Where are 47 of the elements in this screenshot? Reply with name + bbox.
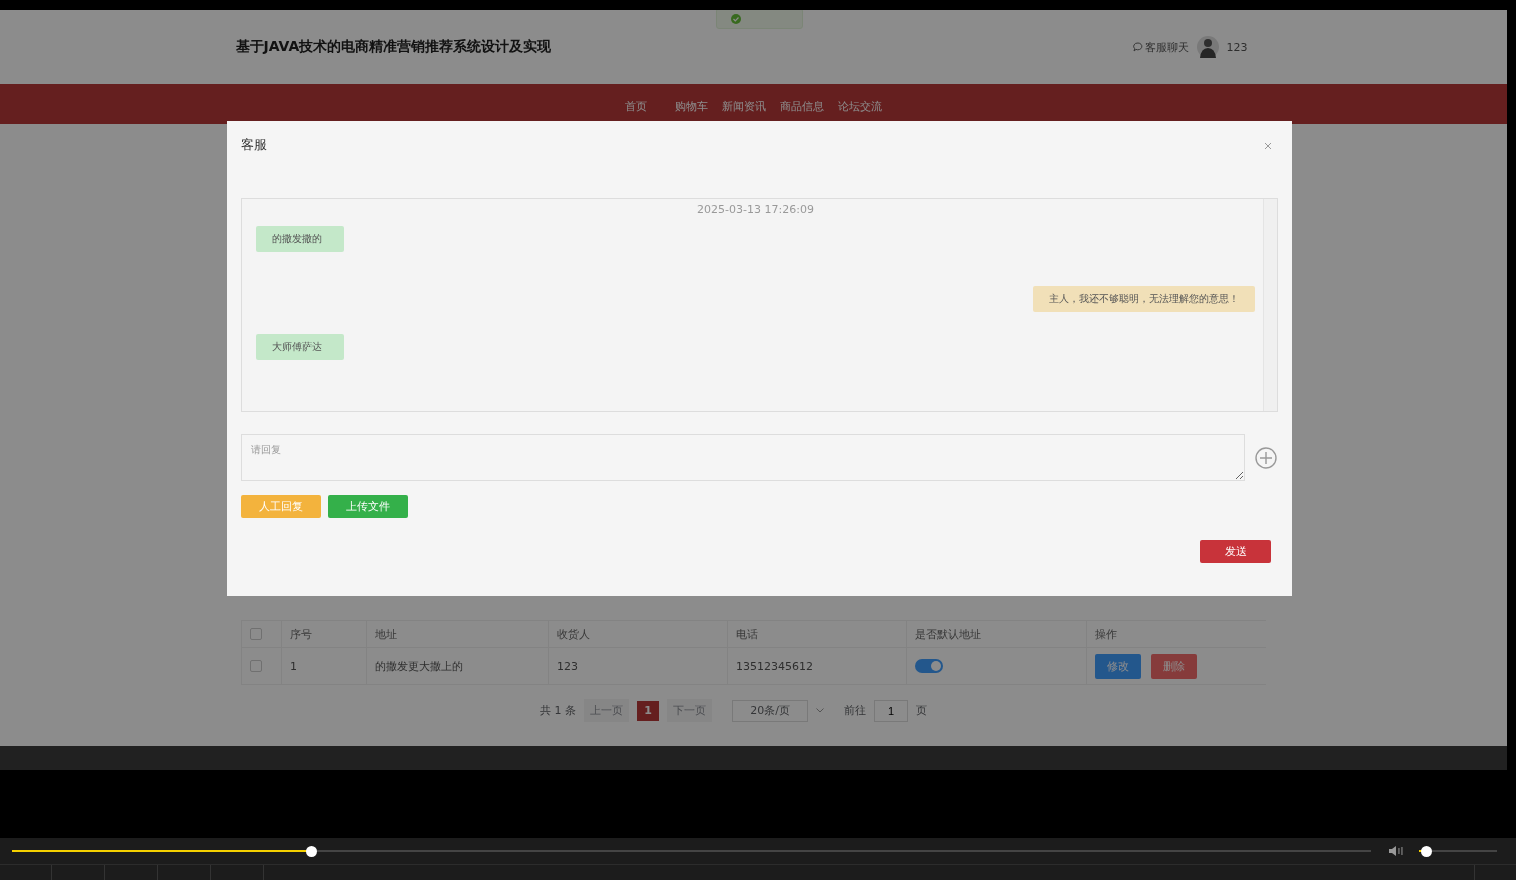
nav-link[interactable]: 论坛交流 <box>838 99 882 114</box>
dialog-title: 客服 <box>241 136 267 154</box>
progress-thumb[interactable] <box>305 845 317 857</box>
nav-link[interactable]: 新闻资讯 <box>722 99 766 114</box>
reply-field[interactable]: 请回复 <box>241 434 1245 481</box>
chat-link[interactable]: 客服聊天 <box>1132 39 1189 55</box>
nav-link[interactable]: 商品信息 <box>780 99 824 114</box>
volume-thumb[interactable] <box>1421 845 1433 857</box>
close-icon <box>1264 142 1272 150</box>
column-header: 操作 <box>1095 626 1117 642</box>
scrollbar[interactable] <box>1263 199 1277 411</box>
message-bubble: 主人，我还不够聪明，无法理解您的意思！ <box>1033 286 1255 312</box>
column-header: 收货人 <box>557 626 590 642</box>
nav-link[interactable]: 购物车 <box>675 99 708 114</box>
site-title: 基于JAVA技术的电商精准营销推荐系统设计及实现 <box>235 38 552 56</box>
page-input[interactable]: 1 <box>874 699 908 722</box>
upload-button[interactable]: 上传文件 <box>328 495 408 518</box>
chat-icon <box>1132 42 1143 52</box>
message-bubble: 大师傅萨达 <box>256 334 344 360</box>
column-header: 电话 <box>736 626 758 642</box>
page-size-select[interactable]: 20条/页 <box>732 699 808 722</box>
table-cell: 13512345612 <box>736 659 813 673</box>
message-timestamp: 2025-03-13 17:26:09 <box>696 203 815 216</box>
column-header: 是否默认地址 <box>915 626 981 642</box>
table-cell: 123 <box>557 659 578 673</box>
table-cell: 1 <box>290 659 297 673</box>
edit-button[interactable]: 修改 <box>1095 653 1141 679</box>
row-checkbox[interactable] <box>250 660 262 672</box>
add-icon[interactable] <box>1255 446 1277 469</box>
page-unit: 页 <box>916 703 927 718</box>
default-switch[interactable] <box>915 659 943 673</box>
nav-link[interactable]: 首页 <box>625 99 647 114</box>
user-name[interactable]: 123 <box>1226 40 1248 54</box>
user-avatar <box>1196 36 1219 58</box>
total-count: 共 1 条 <box>540 703 576 718</box>
column-header: 序号 <box>290 626 312 642</box>
message-bubble: 的撒发撒的 <box>256 226 344 252</box>
delete-button[interactable]: 删除 <box>1151 653 1197 679</box>
chevron-down-icon <box>816 708 824 713</box>
send-button[interactable]: 发送 <box>1200 540 1271 563</box>
table-cell: 的撒发更大撒上的 <box>375 658 463 674</box>
page-number[interactable]: 1 <box>637 700 659 721</box>
goto-label: 前往 <box>844 703 866 718</box>
column-header: 地址 <box>375 626 397 642</box>
volume-icon[interactable] <box>1388 845 1405 857</box>
select-all-checkbox[interactable] <box>250 628 262 640</box>
check-icon <box>731 13 741 24</box>
